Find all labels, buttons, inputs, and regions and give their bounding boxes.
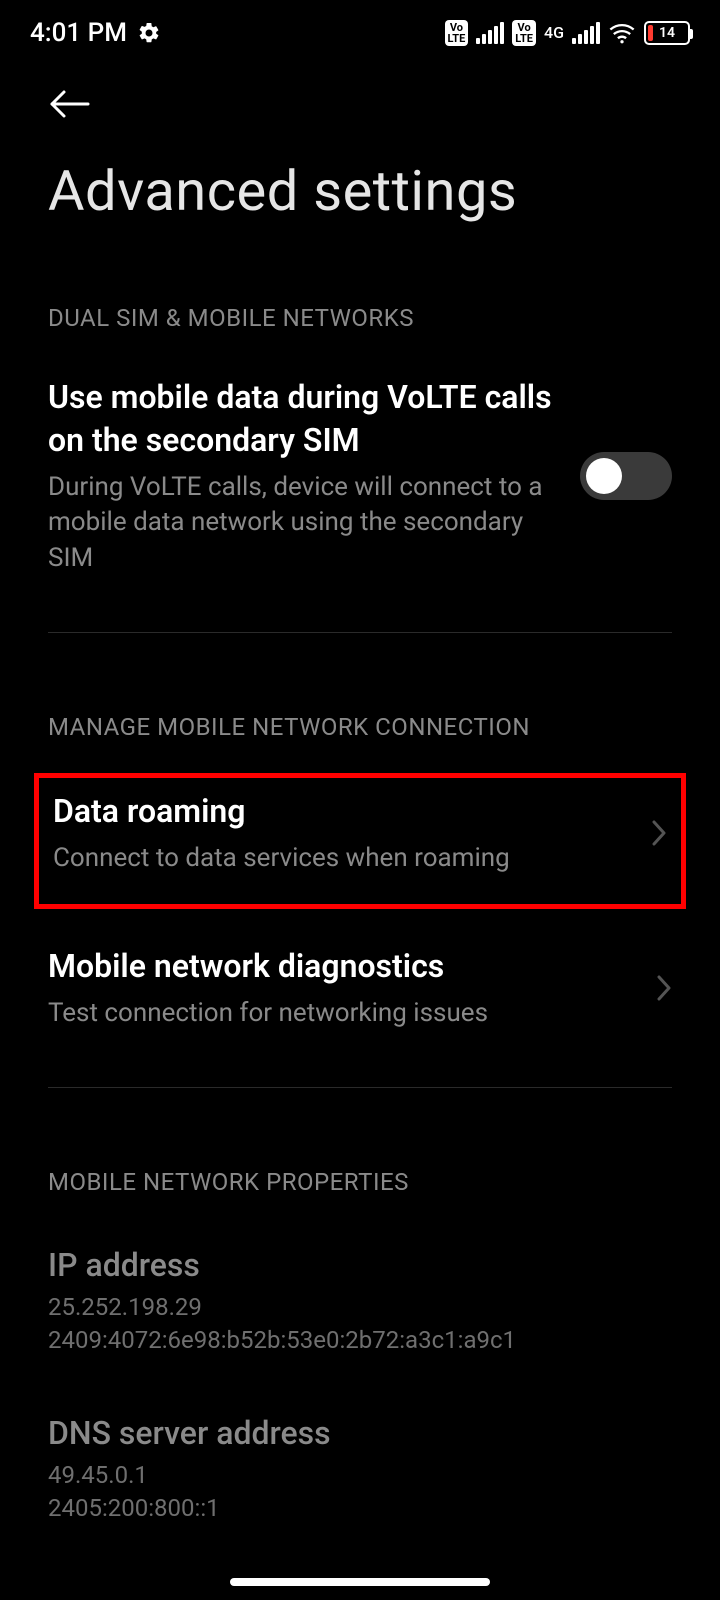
diagnostics-sub: Test connection for networking issues <box>48 996 632 1031</box>
battery-pct: 14 <box>646 25 688 41</box>
signal-icon-1 <box>476 22 504 44</box>
ip-v6: 2409:4072:6e98:b52b:53e0:2b72:a3c1:a9c1 <box>48 1324 672 1356</box>
data-roaming-title: Data roaming <box>53 790 627 833</box>
dns-title: DNS server address <box>48 1412 672 1455</box>
volte-secondary-sim-row[interactable]: Use mobile data during VoLTE calls on th… <box>48 332 672 576</box>
network-type: 4G <box>544 25 564 41</box>
chevron-right-icon <box>651 819 667 847</box>
section-label-props: MOBILE NETWORK PROPERTIES <box>48 1168 672 1196</box>
home-indicator[interactable] <box>230 1578 490 1586</box>
dns-v4: 49.45.0.1 <box>48 1459 672 1491</box>
section-label-manage: MANAGE MOBILE NETWORK CONNECTION <box>48 713 672 741</box>
volte-badge-2: VoLTE <box>512 20 536 46</box>
divider <box>48 632 672 633</box>
ip-title: IP address <box>48 1244 672 1287</box>
data-roaming-sub: Connect to data services when roaming <box>53 841 627 876</box>
dns-address-row: DNS server address 49.45.0.1 2405:200:80… <box>48 1356 672 1524</box>
page-title: Advanced settings <box>0 120 720 224</box>
volte-badge-1: VoLTE <box>445 20 469 46</box>
status-bar: 4:01 PM VoLTE VoLTE 4G 14 <box>0 0 720 48</box>
data-roaming-row[interactable]: Data roaming Connect to data services wh… <box>53 790 667 876</box>
status-time: 4:01 PM <box>30 18 127 48</box>
signal-icon-2 <box>572 22 600 44</box>
highlight-box: Data roaming Connect to data services wh… <box>34 773 686 909</box>
ip-address-row: IP address 25.252.198.29 2409:4072:6e98:… <box>48 1196 672 1356</box>
section-label-dual-sim: DUAL SIM & MOBILE NETWORKS <box>48 304 672 332</box>
volte-row-sub: During VoLTE calls, device will connect … <box>48 470 556 575</box>
wifi-icon <box>608 22 636 44</box>
divider <box>48 1087 672 1088</box>
diagnostics-title: Mobile network diagnostics <box>48 945 632 988</box>
gear-icon <box>137 21 161 45</box>
back-icon[interactable] <box>48 88 92 120</box>
volte-toggle[interactable] <box>580 452 672 500</box>
battery-icon: 14 <box>644 21 690 45</box>
chevron-right-icon <box>656 974 672 1002</box>
ip-v4: 25.252.198.29 <box>48 1291 672 1323</box>
volte-row-title: Use mobile data during VoLTE calls on th… <box>48 376 556 462</box>
dns-v6: 2405:200:800::1 <box>48 1492 672 1524</box>
diagnostics-row[interactable]: Mobile network diagnostics Test connecti… <box>48 909 672 1031</box>
